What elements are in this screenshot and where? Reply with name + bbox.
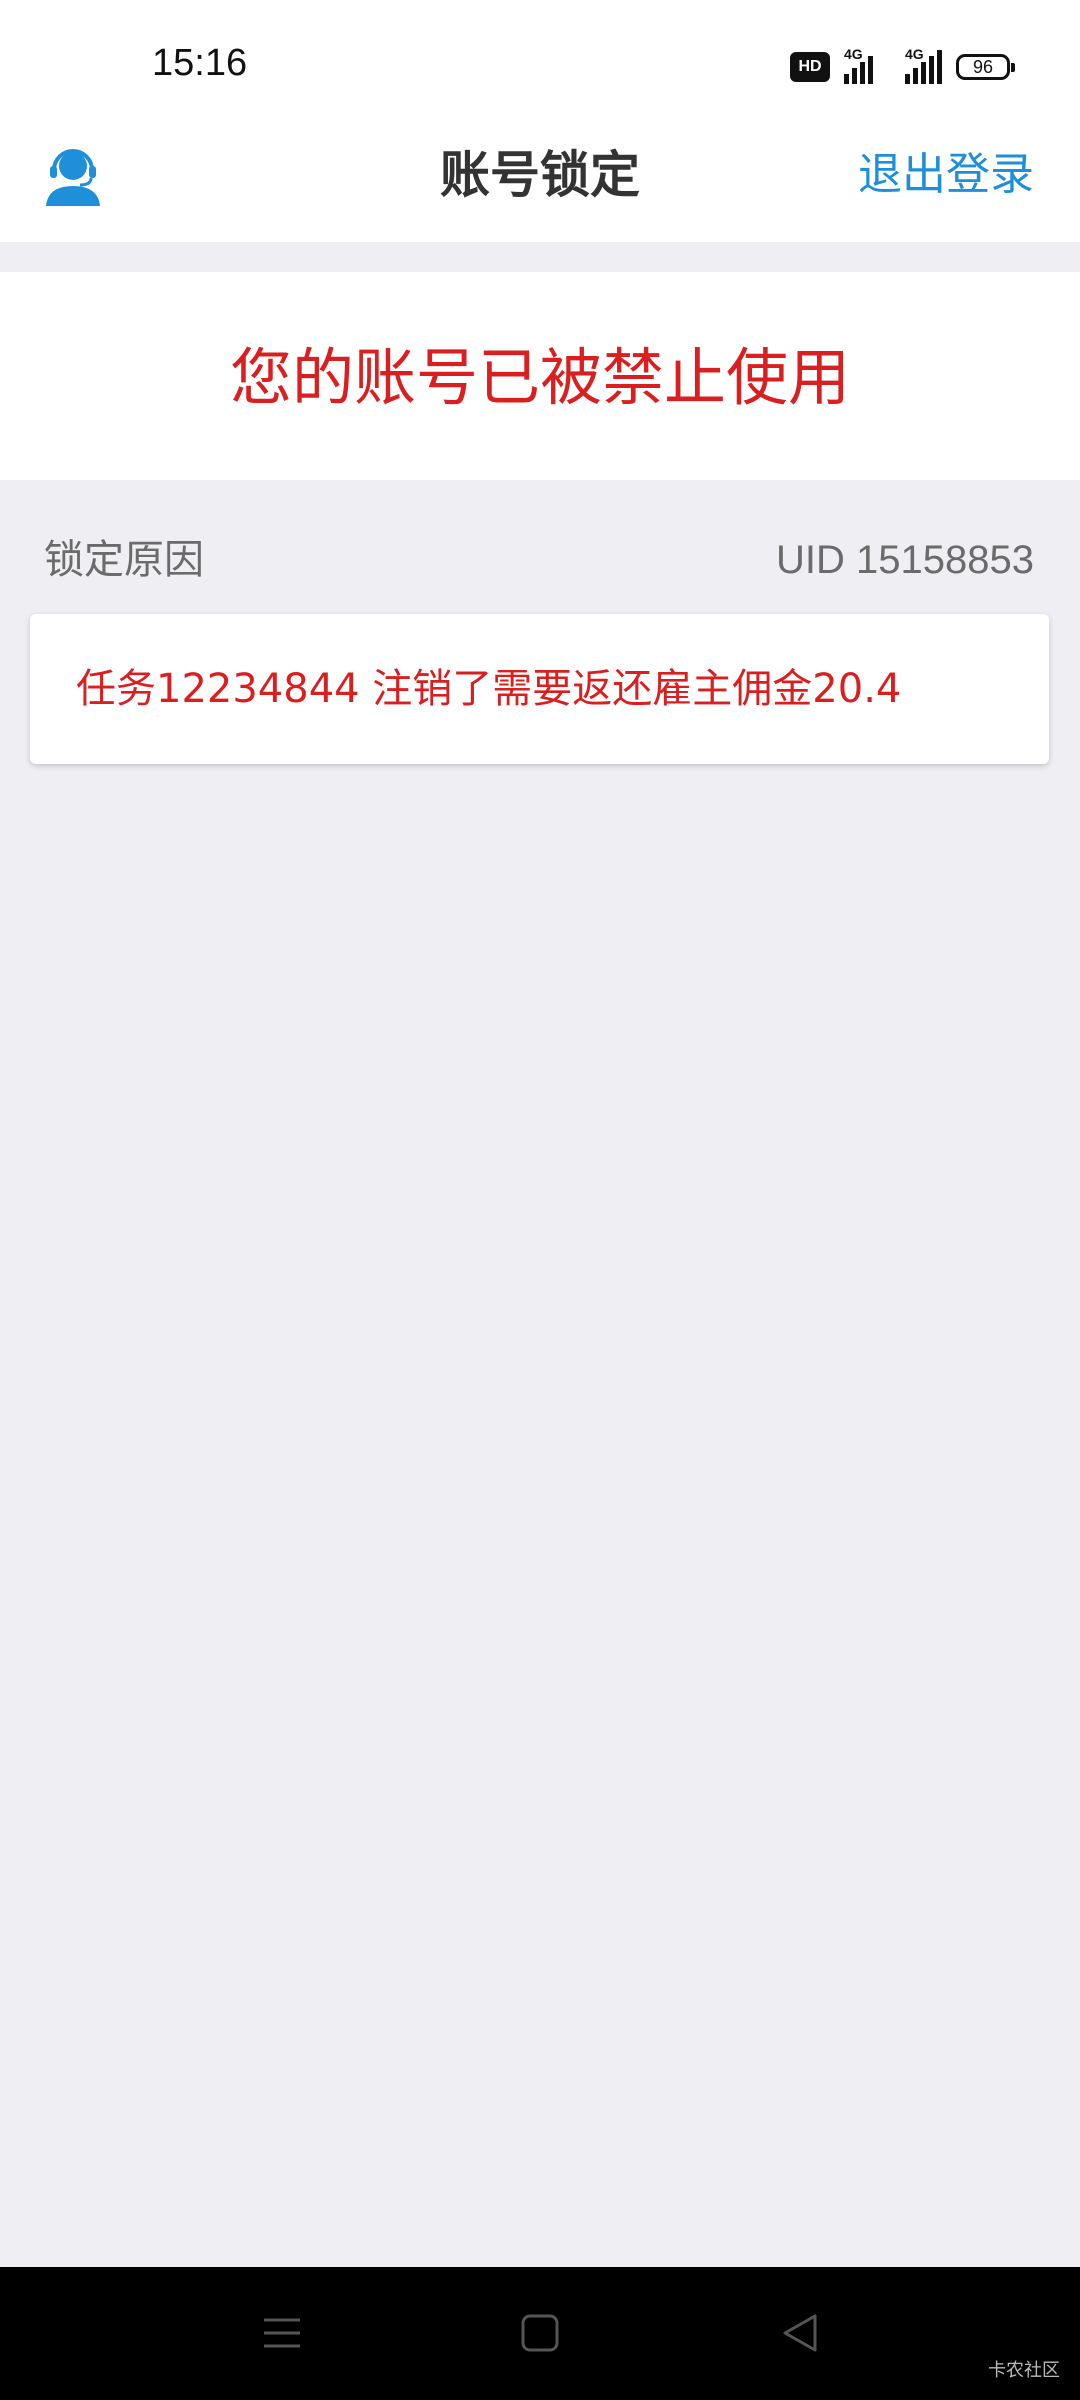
battery-icon: 96 xyxy=(956,54,1015,80)
signal-4g-data-icon: 4G xyxy=(905,46,942,84)
back-icon[interactable] xyxy=(770,2303,830,2363)
hd-voice-icon: HD xyxy=(790,52,830,82)
status-time: 15:16 xyxy=(152,42,248,84)
app-header: 账号锁定 退出登录 xyxy=(0,120,1080,242)
lock-reason-label: 锁定原因 xyxy=(44,537,204,583)
lock-reason-row: 锁定原因 UID 15158853 xyxy=(0,530,1080,590)
uid-text: UID 15158853 xyxy=(776,538,1034,582)
status-icons: HD 4G 4G 96 xyxy=(790,46,1015,84)
signal-4g-icon: 4G xyxy=(844,46,873,84)
banned-banner: 您的账号已被禁止使用 xyxy=(0,272,1080,480)
menu-icon[interactable] xyxy=(252,2303,312,2363)
system-nav-bar: 卡农社区 xyxy=(0,2267,1080,2400)
logout-button[interactable]: 退出登录 xyxy=(858,144,1034,206)
lock-reason-text: 任务12234844 注销了需要返还雇主佣金20.4 xyxy=(76,666,902,712)
lock-reason-card: 任务12234844 注销了需要返还雇主佣金20.4 xyxy=(30,614,1049,764)
banned-message: 您的账号已被禁止使用 xyxy=(229,341,850,414)
status-bar: 15:16 HD 4G 4G 96 xyxy=(0,0,1080,120)
home-icon[interactable] xyxy=(510,2303,570,2363)
watermark-text: 卡农社区 xyxy=(988,2360,1060,2381)
